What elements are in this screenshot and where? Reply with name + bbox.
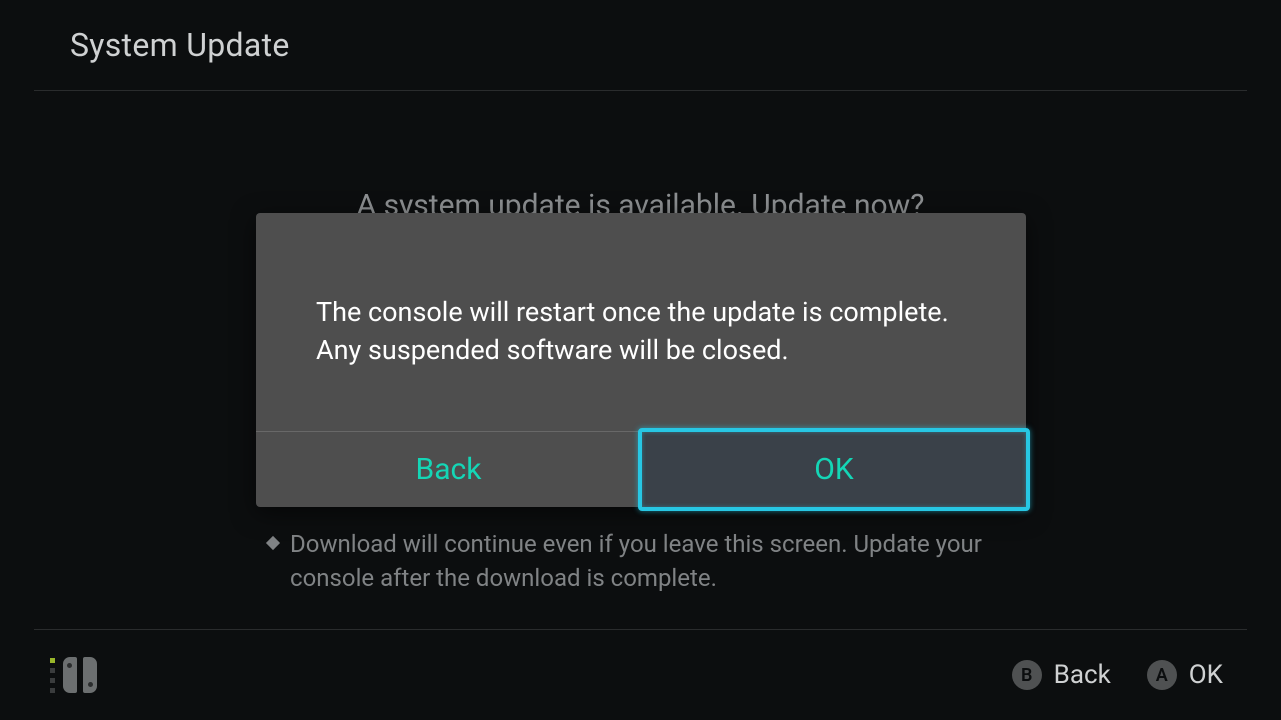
controller-status-icon xyxy=(50,657,97,693)
ok-button[interactable]: OK xyxy=(641,432,1026,507)
info-note: Download will continue even if you leave… xyxy=(268,527,1030,595)
dialog-body: The console will restart once the update… xyxy=(256,213,1026,431)
confirm-dialog: The console will restart once the update… xyxy=(256,213,1026,507)
hint-back-label: Back xyxy=(1054,660,1111,690)
a-button-icon: A xyxy=(1147,660,1177,690)
hint-back: B Back xyxy=(1012,660,1111,690)
dialog-actions: Back OK xyxy=(256,431,1026,507)
dialog-line-2: Any suspended software will be closed. xyxy=(316,331,966,369)
info-note-text: Download will continue even if you leave… xyxy=(290,527,1030,595)
page-title: System Update xyxy=(70,26,290,64)
back-button[interactable]: Back xyxy=(256,432,641,507)
header: System Update xyxy=(0,0,1281,90)
diamond-icon xyxy=(266,536,280,550)
button-hints: B Back A OK xyxy=(1012,660,1223,690)
b-button-icon: B xyxy=(1012,660,1042,690)
hint-ok-label: OK xyxy=(1189,660,1223,690)
header-divider xyxy=(34,90,1247,91)
hint-ok: A OK xyxy=(1147,660,1223,690)
footer: B Back A OK xyxy=(0,630,1281,720)
dialog-line-1: The console will restart once the update… xyxy=(316,293,966,331)
